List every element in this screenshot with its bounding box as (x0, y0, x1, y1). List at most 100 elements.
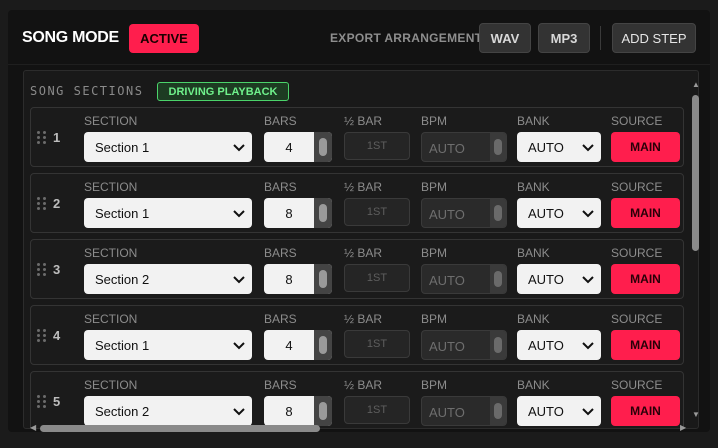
bars-stepper[interactable]: 4 (264, 330, 332, 360)
row-number: 3 (53, 262, 61, 277)
section-row-2: 2 SECTION Section 1 BARS 8 ½ BAR 1ST BPM… (30, 173, 684, 233)
section-select-value: Section 2 (95, 272, 150, 287)
bars-value: 4 (285, 338, 293, 353)
bpm-spinner[interactable] (490, 265, 506, 293)
row-number: 4 (53, 328, 61, 343)
bars-label: BARS (264, 312, 297, 326)
bpm-placeholder: AUTO (429, 339, 465, 354)
scroll-left-arrow-icon[interactable]: ◀ (30, 423, 36, 432)
chevron-down-icon (582, 144, 594, 152)
drag-handle-icon[interactable] (37, 131, 47, 145)
song-mode-window: SONG MODE ACTIVE EXPORT ARRANGEMENT WAV … (8, 10, 710, 432)
bpm-input[interactable]: AUTO (421, 132, 507, 162)
bank-select[interactable]: AUTO (517, 198, 601, 228)
vertical-scroll-thumb[interactable] (692, 95, 699, 251)
bank-select[interactable]: AUTO (517, 264, 601, 294)
bpm-spinner[interactable] (490, 199, 506, 227)
bpm-placeholder: AUTO (429, 141, 465, 156)
source-label: SOURCE (611, 246, 663, 260)
source-label: SOURCE (611, 180, 663, 194)
driving-playback-badge: DRIVING PLAYBACK (157, 82, 289, 101)
section-select[interactable]: Section 2 (84, 264, 252, 294)
bpm-spinner[interactable] (490, 133, 506, 161)
horizontal-scrollbar[interactable]: ◀ ▶ (30, 422, 690, 434)
chevron-down-icon (233, 210, 245, 218)
source-label: SOURCE (611, 378, 663, 392)
half-bar-button[interactable]: 1ST (344, 396, 410, 424)
section-select-value: Section 2 (95, 404, 150, 419)
bank-select-value: AUTO (528, 338, 564, 353)
bars-stepper[interactable]: 8 (264, 198, 332, 228)
source-main-button[interactable]: MAIN (611, 198, 680, 228)
row-number: 2 (53, 196, 61, 211)
bank-label: BANK (517, 312, 550, 326)
export-mp3-button[interactable]: MP3 (538, 23, 590, 53)
chevron-down-icon (582, 276, 594, 284)
bank-label: BANK (517, 180, 550, 194)
bank-select[interactable]: AUTO (517, 330, 601, 360)
half-bar-button[interactable]: 1ST (344, 330, 410, 358)
half-bar-button[interactable]: 1ST (344, 132, 410, 160)
bpm-label: BPM (421, 246, 448, 260)
section-select[interactable]: Section 1 (84, 132, 252, 162)
chevron-down-icon (233, 276, 245, 284)
bpm-placeholder: AUTO (429, 405, 465, 420)
bpm-spinner[interactable] (490, 397, 506, 425)
bank-select-value: AUTO (528, 206, 564, 221)
scroll-down-arrow-icon[interactable]: ▼ (692, 410, 700, 419)
half-bar-label: ½ BAR (344, 312, 383, 326)
section-label: SECTION (84, 246, 138, 260)
drag-handle-icon[interactable] (37, 197, 47, 211)
bpm-input[interactable]: AUTO (421, 198, 507, 228)
bars-value: 8 (285, 404, 293, 419)
chevron-down-icon (582, 342, 594, 350)
drag-handle-icon[interactable] (37, 329, 47, 343)
bpm-input[interactable]: AUTO (421, 264, 507, 294)
bars-label: BARS (264, 180, 297, 194)
bars-stepper[interactable]: 4 (264, 132, 332, 162)
scroll-up-arrow-icon[interactable]: ▲ (692, 80, 700, 89)
bars-label: BARS (264, 114, 297, 128)
half-bar-button[interactable]: 1ST (344, 264, 410, 292)
half-bar-label: ½ BAR (344, 378, 383, 392)
section-row-3: 3 SECTION Section 2 BARS 8 ½ BAR 1ST BPM… (30, 239, 684, 299)
half-bar-button[interactable]: 1ST (344, 198, 410, 226)
source-main-button[interactable]: MAIN (611, 330, 680, 360)
horizontal-scroll-thumb[interactable] (40, 425, 320, 432)
bars-spinner[interactable] (314, 330, 332, 360)
source-main-button[interactable]: MAIN (611, 132, 680, 162)
bars-spinner[interactable] (314, 198, 332, 228)
bank-label: BANK (517, 114, 550, 128)
bank-select[interactable]: AUTO (517, 132, 601, 162)
bars-label: BARS (264, 246, 297, 260)
export-arrangement-label: EXPORT ARRANGEMENT (330, 31, 483, 45)
vertical-scrollbar[interactable]: ▲ ▼ (691, 80, 700, 420)
bank-select-value: AUTO (528, 272, 564, 287)
source-main-button[interactable]: MAIN (611, 264, 680, 294)
source-label: SOURCE (611, 114, 663, 128)
add-step-button[interactable]: ADD STEP (612, 23, 696, 53)
song-mode-header: SONG MODE ACTIVE EXPORT ARRANGEMENT WAV … (8, 10, 710, 65)
bank-select-value: AUTO (528, 404, 564, 419)
section-select-value: Section 1 (95, 140, 150, 155)
export-wav-button[interactable]: WAV (479, 23, 531, 53)
bpm-placeholder: AUTO (429, 207, 465, 222)
song-sections-panel: SONG SECTIONS DRIVING PLAYBACK 1 SECTION… (23, 70, 699, 429)
section-label: SECTION (84, 312, 138, 326)
bars-spinner[interactable] (314, 264, 332, 294)
half-bar-label: ½ BAR (344, 180, 383, 194)
scroll-right-arrow-icon[interactable]: ▶ (680, 423, 686, 432)
drag-handle-icon[interactable] (37, 395, 47, 409)
active-badge[interactable]: ACTIVE (129, 24, 199, 53)
drag-handle-icon[interactable] (37, 263, 47, 277)
bars-spinner[interactable] (314, 132, 332, 162)
chevron-down-icon (582, 408, 594, 416)
section-row-5: 5 SECTION Section 2 BARS 8 ½ BAR 1ST BPM… (30, 371, 684, 428)
bpm-input[interactable]: AUTO (421, 330, 507, 360)
chevron-down-icon (582, 210, 594, 218)
bars-stepper[interactable]: 8 (264, 264, 332, 294)
page-title: SONG MODE (22, 29, 119, 46)
bpm-spinner[interactable] (490, 331, 506, 359)
section-select[interactable]: Section 1 (84, 198, 252, 228)
section-select[interactable]: Section 1 (84, 330, 252, 360)
